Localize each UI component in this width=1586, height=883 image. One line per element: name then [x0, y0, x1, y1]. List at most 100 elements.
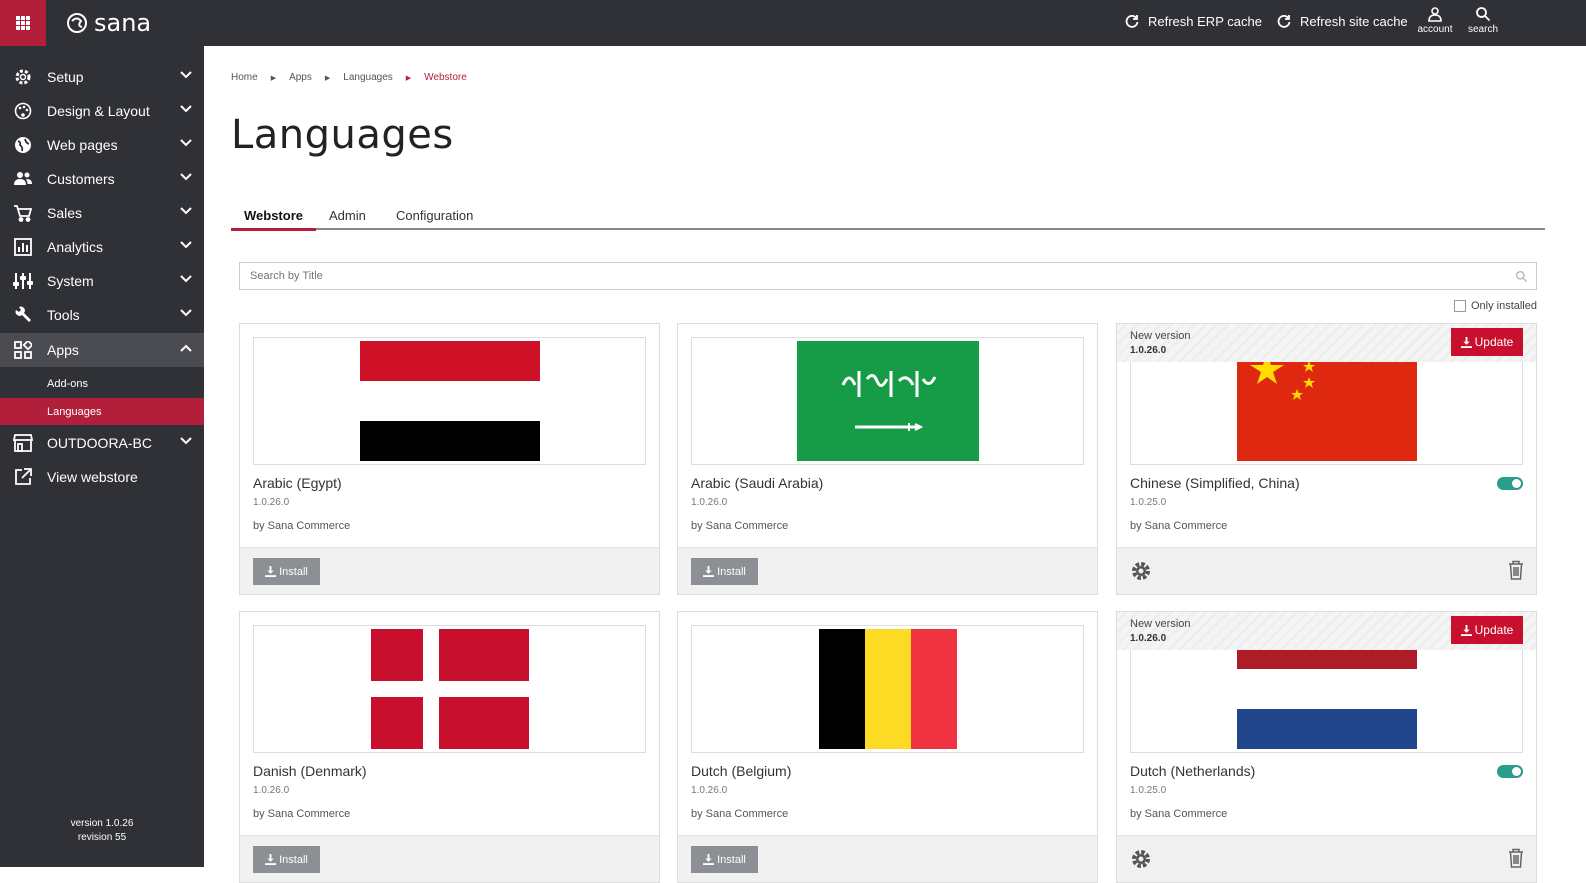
sliders-icon	[13, 273, 33, 289]
trash-icon[interactable]	[1508, 848, 1524, 868]
download-icon	[1460, 336, 1472, 348]
account-label: account	[1417, 24, 1453, 35]
breadcrumb-languages[interactable]: Languages	[343, 72, 393, 83]
language-publisher: by Sana Commerce	[1130, 520, 1228, 532]
language-publisher: by Sana Commerce	[691, 520, 789, 532]
sana-logo-icon	[67, 13, 87, 33]
app-grid-button[interactable]	[0, 0, 46, 46]
denmark-flag-icon	[370, 629, 529, 749]
external-link-icon	[15, 468, 32, 485]
trash-icon[interactable]	[1508, 560, 1524, 580]
chevron-down-icon	[180, 139, 192, 147]
card-footer: Install	[678, 835, 1097, 882]
new-version-label: New version	[1130, 330, 1191, 342]
card-footer: Install	[240, 547, 659, 594]
chevron-down-icon	[180, 275, 192, 283]
user-icon	[1428, 7, 1442, 22]
version-number: version 1.0.26	[70, 818, 134, 829]
update-button[interactable]: Update	[1451, 616, 1523, 644]
tab-webstore[interactable]: Webstore	[231, 208, 316, 231]
chevron-down-icon	[180, 309, 192, 317]
sidebar-item-outdoora-bc[interactable]: OUTDOORA-BC	[0, 426, 204, 460]
search-input[interactable]	[240, 263, 1490, 289]
sidebar-item-setup[interactable]: Setup	[0, 60, 204, 94]
store-icon	[13, 434, 33, 452]
sidebar-item-apps[interactable]: Apps	[0, 333, 204, 367]
cart-icon	[14, 205, 33, 222]
refresh-site-cache-button[interactable]: Refresh site cache	[1276, 13, 1408, 29]
version-info: version 1.0.26 revision 55	[0, 817, 204, 845]
tab-admin[interactable]: Admin	[316, 208, 379, 228]
install-button[interactable]: Install	[253, 558, 320, 585]
sidebar-item-label: Setup	[47, 69, 84, 85]
sidebar-item-sales[interactable]: Sales	[0, 196, 204, 230]
language-version: 1.0.26.0	[253, 785, 290, 796]
sidebar-item-customers[interactable]: Customers	[0, 162, 204, 196]
gear-icon	[15, 69, 31, 85]
language-title: Arabic (Egypt)	[253, 475, 342, 491]
update-label: Update	[1474, 623, 1514, 637]
download-icon	[265, 854, 277, 865]
wrench-icon	[15, 306, 31, 322]
grid-icon	[16, 16, 30, 30]
refresh-icon	[1277, 15, 1291, 28]
new-version-number: 1.0.26.0	[1130, 345, 1167, 356]
refresh-erp-cache-button[interactable]: Refresh ERP cache	[1124, 13, 1262, 29]
belgium-flag-icon	[818, 629, 957, 749]
tab-bar: Webstore Admin Configuration	[231, 206, 1545, 231]
sidebar-item-web-pages[interactable]: Web pages	[0, 128, 204, 162]
sidebar-item-tools[interactable]: Tools	[0, 298, 204, 332]
sidebar-item-label: OUTDOORA-BC	[47, 435, 152, 451]
flag-image	[253, 625, 646, 753]
language-publisher: by Sana Commerce	[253, 808, 351, 820]
sidebar-item-label: System	[47, 273, 94, 289]
sidebar-item-analytics[interactable]: Analytics	[0, 230, 204, 264]
card-footer	[1117, 547, 1536, 594]
breadcrumb-separator-icon: ▶	[270, 74, 277, 82]
sidebar-subitem-add-ons[interactable]: Add-ons	[0, 370, 204, 397]
language-title: Danish (Denmark)	[253, 763, 367, 779]
sidebar-item-system[interactable]: System	[0, 264, 204, 298]
language-publisher: by Sana Commerce	[691, 808, 789, 820]
install-button[interactable]: Install	[691, 558, 758, 585]
sidebar-item-view-webstore[interactable]: View webstore	[0, 460, 204, 494]
enable-toggle[interactable]	[1497, 765, 1523, 778]
install-button[interactable]: Install	[253, 846, 320, 873]
sidebar-item-label: Web pages	[47, 137, 118, 153]
tab-configuration[interactable]: Configuration	[383, 208, 486, 228]
enable-toggle[interactable]	[1497, 477, 1523, 490]
sidebar-subitem-languages[interactable]: Languages	[0, 398, 204, 425]
language-card-chinese-simplified-china: New version 1.0.26.0 Update Chinese (Sim…	[1116, 323, 1537, 595]
language-title: Chinese (Simplified, China)	[1130, 475, 1300, 491]
search-button[interactable]: search	[1461, 6, 1505, 40]
settings-gear-icon[interactable]	[1130, 560, 1152, 582]
sidebar-item-design-layout[interactable]: Design & Layout	[0, 94, 204, 128]
flag-image	[691, 625, 1084, 753]
breadcrumb-apps[interactable]: Apps	[289, 72, 312, 83]
language-card-arabic-egypt: Arabic (Egypt) 1.0.26.0 by Sana Commerce…	[239, 323, 660, 595]
search-icon[interactable]	[1515, 270, 1528, 283]
language-title: Arabic (Saudi Arabia)	[691, 475, 824, 491]
only-installed-filter[interactable]: Only installed	[1453, 300, 1537, 312]
install-button[interactable]: Install	[691, 846, 758, 873]
new-version-banner: New version 1.0.26.0 Update	[1117, 612, 1536, 650]
sidebar-item-label: View webstore	[47, 469, 138, 485]
brand-name: sana	[94, 9, 152, 37]
chevron-down-icon	[180, 105, 192, 113]
breadcrumb-home[interactable]: Home	[231, 72, 258, 83]
language-version: 1.0.26.0	[691, 497, 728, 508]
flag-image	[691, 337, 1084, 465]
page-title: Languages	[231, 112, 454, 158]
language-publisher: by Sana Commerce	[253, 520, 351, 532]
sana-logo[interactable]: sana	[66, 9, 151, 37]
sidebar: Setup Design & Layout Web pages Customer…	[0, 46, 204, 867]
only-installed-checkbox[interactable]	[1453, 300, 1466, 312]
apps-icon	[14, 341, 32, 359]
new-version-label: New version	[1130, 618, 1191, 630]
chevron-down-icon	[180, 241, 192, 249]
update-label: Update	[1474, 335, 1514, 349]
update-button[interactable]: Update	[1451, 328, 1523, 356]
account-button[interactable]: account	[1413, 6, 1457, 40]
install-label: Install	[717, 565, 746, 578]
search-label: search	[1467, 24, 1498, 35]
